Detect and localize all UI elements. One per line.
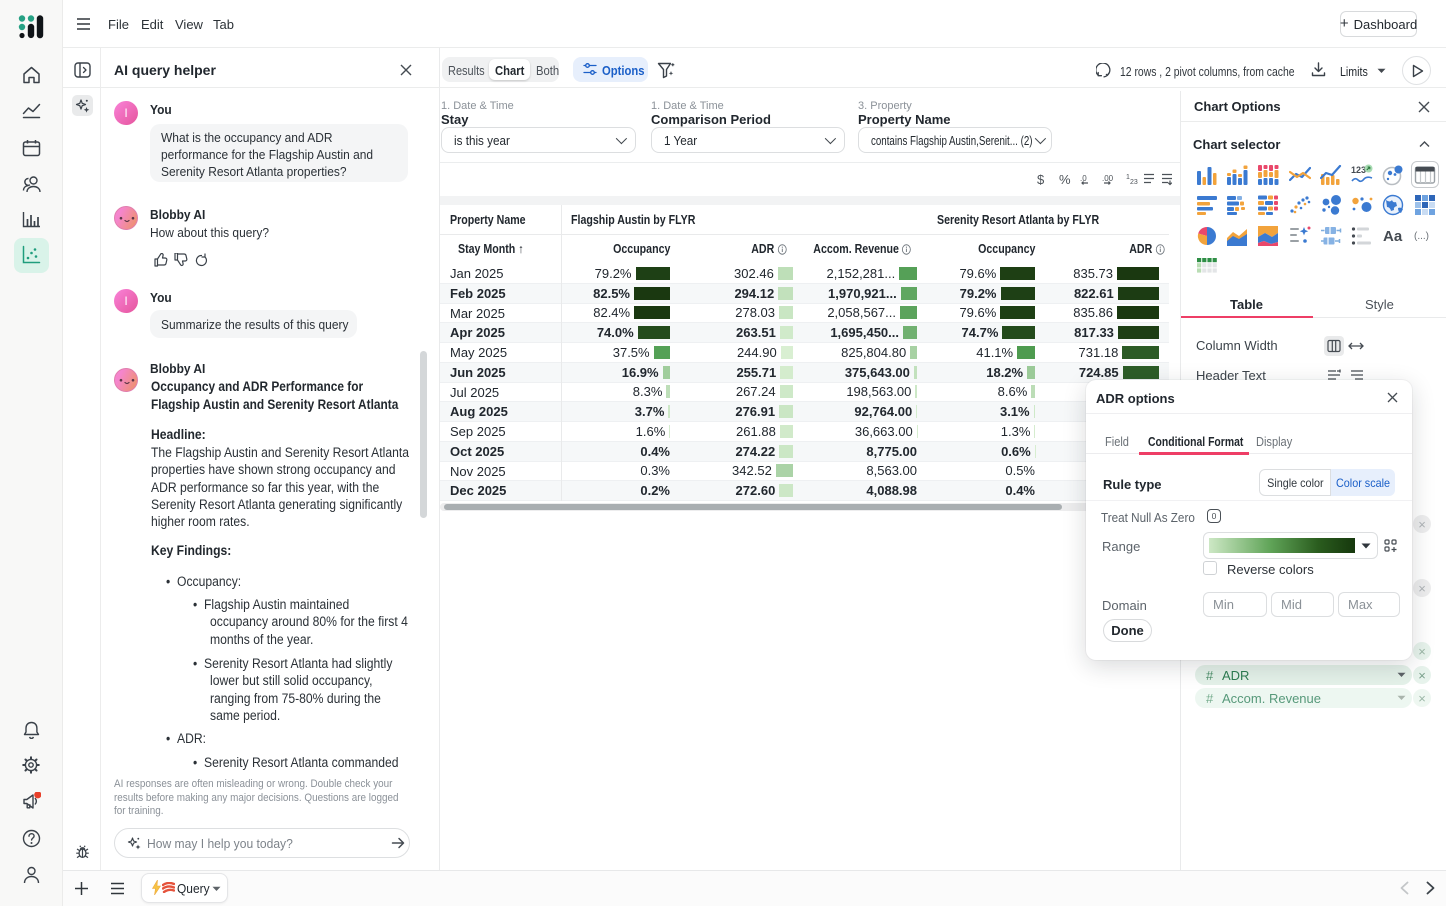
svg-text:(...): (...) bbox=[1414, 231, 1429, 242]
svg-text:23: 23 bbox=[1130, 179, 1138, 186]
svg-text:Aa: Aa bbox=[1383, 228, 1403, 245]
svg-text:$: $ bbox=[1037, 172, 1045, 187]
svg-text:123: 123 bbox=[1351, 165, 1366, 175]
svg-text:%: % bbox=[1059, 172, 1071, 187]
svg-text:.00: .00 bbox=[1102, 174, 1114, 183]
